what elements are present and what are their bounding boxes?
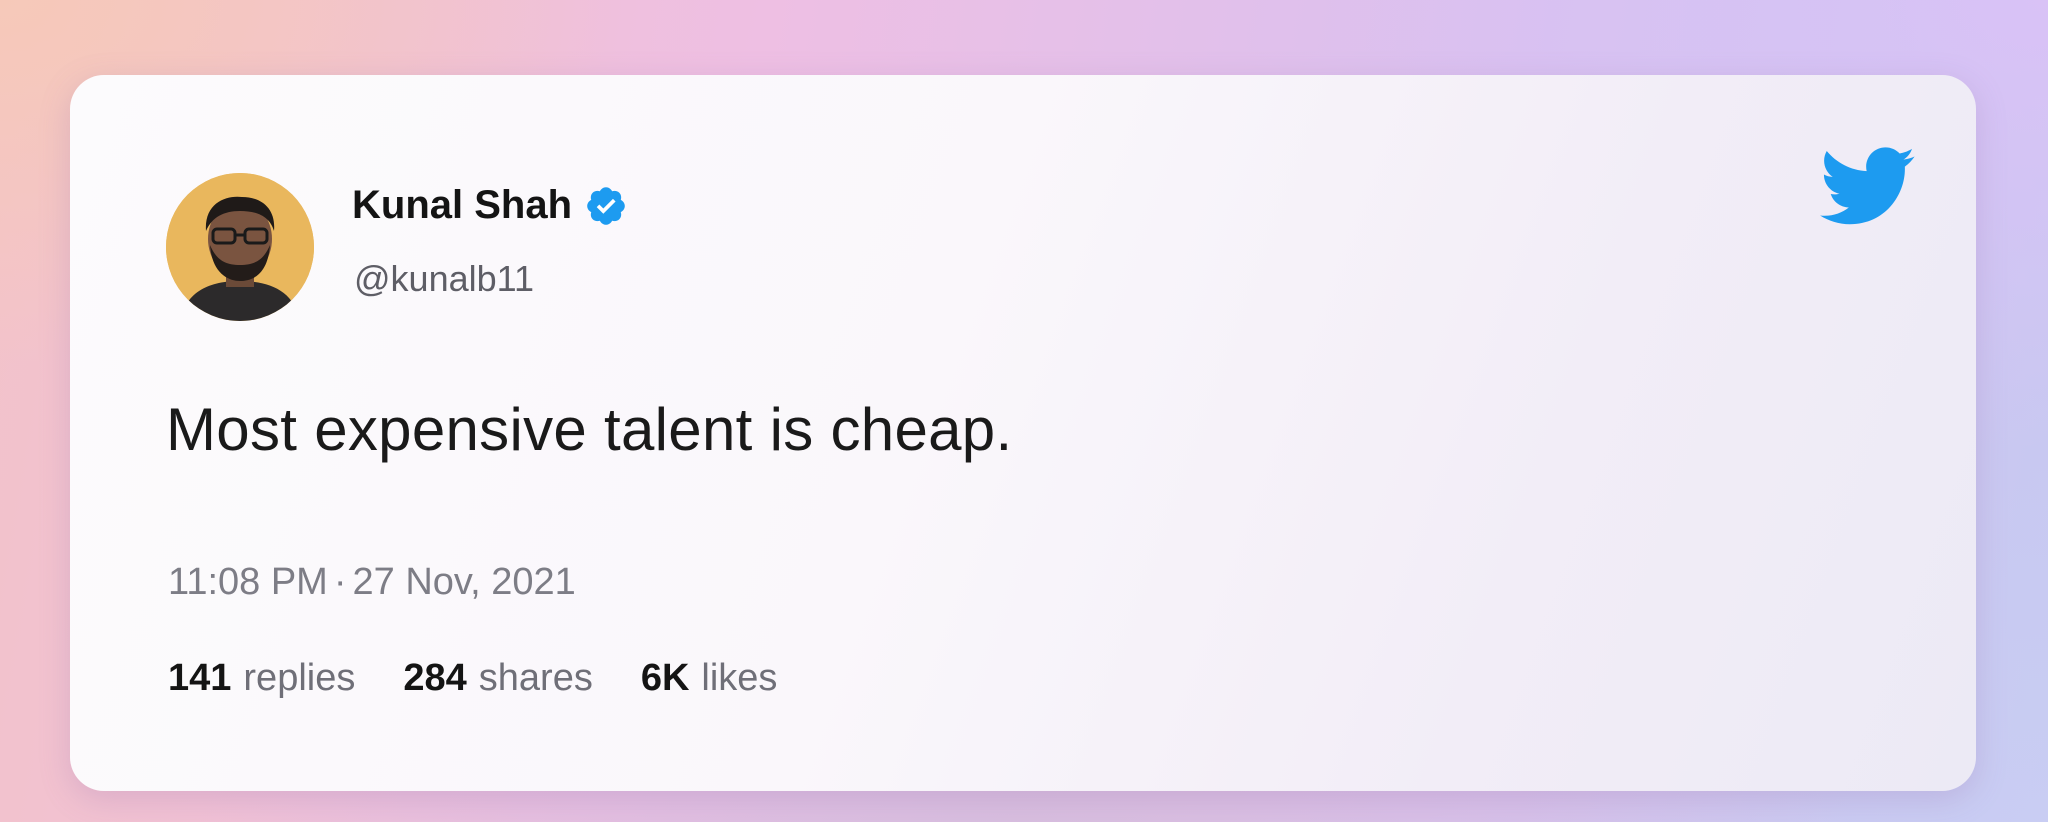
tweet-date: 27 Nov, 2021 — [352, 561, 576, 603]
avatar-portrait — [166, 173, 314, 321]
likes-count: 6K — [640, 657, 690, 699]
author-name[interactable]: Kunal Shah — [352, 183, 572, 228]
likes-stat[interactable]: 6K likes — [641, 657, 778, 700]
replies-label: replies — [243, 657, 356, 699]
tweet-text: Most expensive talent is cheap. — [166, 396, 1013, 463]
shares-count: 284 — [403, 657, 467, 699]
replies-count: 141 — [168, 657, 232, 699]
tweet-timestamp[interactable]: 11:08 PM · 27 Nov, 2021 — [168, 561, 576, 604]
timestamp-separator: · — [333, 561, 347, 603]
author-avatar[interactable] — [166, 173, 314, 321]
tweet-stats: 141 replies 284 shares 6K likes — [168, 657, 825, 700]
verified-badge-icon — [584, 184, 628, 228]
twitter-bird-icon[interactable] — [1820, 147, 1916, 227]
tweet-card: Kunal Shah @kunalb11 Most expensive tale… — [70, 75, 1976, 791]
replies-stat[interactable]: 141 replies — [168, 657, 355, 700]
tweet-time: 11:08 PM — [168, 561, 328, 603]
likes-label: likes — [701, 657, 778, 699]
author-handle[interactable]: @kunalb11 — [354, 258, 534, 300]
shares-stat[interactable]: 284 shares — [403, 657, 592, 700]
author-name-row[interactable]: Kunal Shah — [352, 183, 628, 228]
shares-label: shares — [478, 657, 593, 699]
